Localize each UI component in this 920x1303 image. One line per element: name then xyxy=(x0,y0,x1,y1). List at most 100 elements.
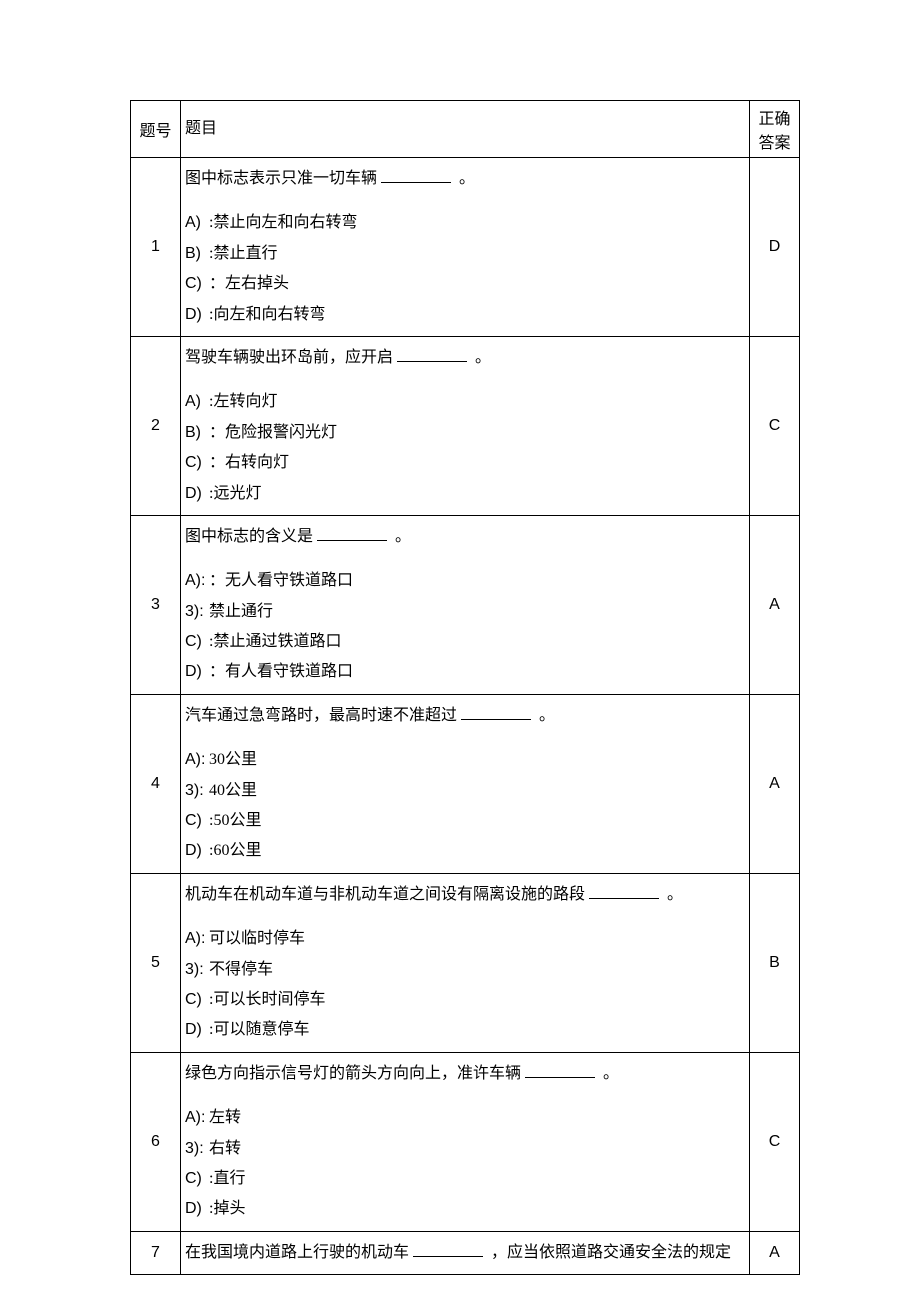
option-text: 可以临时停车 xyxy=(209,930,305,947)
stem-post: 。 xyxy=(475,349,491,366)
option: 3):禁止通行 xyxy=(185,597,745,627)
option-sep: ： xyxy=(209,657,225,687)
question-cell: 在我国境内道路上行驶的机动车 ，应当依照道路交通安全法的规定 xyxy=(181,1231,750,1274)
option: D) :60公里 xyxy=(185,836,745,866)
stem-post: 。 xyxy=(603,1065,619,1082)
option-label: C) xyxy=(185,269,209,299)
table-row: 3图中标志的含义是。 A):：无人看守铁道路口3):禁止通行C) :禁止通过铁道路… xyxy=(131,515,800,694)
option-label: D) xyxy=(185,836,209,866)
header-answer: 正确答案 xyxy=(750,101,800,158)
option-text: 向左和向右转弯 xyxy=(213,306,325,323)
stem-post: 。 xyxy=(459,170,475,187)
question-number: 5 xyxy=(131,873,181,1052)
option: C) :50公里 xyxy=(185,806,745,836)
question-stem: 汽车通过急弯路时，最高时速不准超过 。 xyxy=(185,701,745,731)
option: C) ：左右掉头 xyxy=(185,269,745,299)
blank-underline xyxy=(397,361,467,362)
question-stem: 图中标志的含义是。 xyxy=(185,522,745,552)
question-cell: 图中标志的含义是。 A):：无人看守铁道路口3):禁止通行C) :禁止通过铁道路口… xyxy=(181,515,750,694)
option-label: A): xyxy=(185,566,209,596)
question-cell: 机动车在机动车道与非机动车道之间设有隔离设施的路段。A):可以临时停车3):不得… xyxy=(181,873,750,1052)
question-stem: 在我国境内道路上行驶的机动车 ，应当依照道路交通安全法的规定 xyxy=(185,1238,745,1268)
option-text: 左转向灯 xyxy=(213,393,277,410)
stem-pre: 在我国境内道路上行驶的机动车 xyxy=(185,1244,409,1261)
option: A):：无人看守铁道路口 xyxy=(185,566,745,596)
question-stem: 驾驶车辆驶出环岛前，应开启 。 xyxy=(185,343,745,373)
option-sep: ： xyxy=(209,448,225,478)
option-label: C) xyxy=(185,1164,209,1194)
table-body: 1图中标志表示只准一切车辆。A) :禁止向左和向右转弯B) :禁止直行C) ：左… xyxy=(131,158,800,1275)
option-text: 直行 xyxy=(213,1170,245,1187)
answer-cell: C xyxy=(750,1052,800,1231)
option-text: 左转 xyxy=(209,1109,241,1126)
page: 题号 题目 正确答案 1图中标志表示只准一切车辆。A) :禁止向左和向右转弯B)… xyxy=(0,0,920,1303)
option-label: D) xyxy=(185,1194,209,1224)
table-row: 5机动车在机动车道与非机动车道之间设有隔离设施的路段。A):可以临时停车3):不… xyxy=(131,873,800,1052)
option-label: 3): xyxy=(185,1134,209,1164)
option-text: 远光灯 xyxy=(213,485,261,502)
option-label: B) xyxy=(185,418,209,448)
question-stem: 图中标志表示只准一切车辆 。 xyxy=(185,164,745,194)
option: C) ：右转向灯 xyxy=(185,448,745,478)
option: C) :直行 xyxy=(185,1164,745,1194)
question-number: 3 xyxy=(131,515,181,694)
question-cell: 驾驶车辆驶出环岛前，应开启。A) :左转向灯B) ：危险报警闪光灯C) ：右转向… xyxy=(181,336,750,515)
blank-underline xyxy=(413,1256,483,1257)
option-text: 60公里 xyxy=(213,842,261,859)
option: D) :可以随意停车 xyxy=(185,1015,745,1045)
option-sep: ： xyxy=(209,418,225,448)
option-text: 40公里 xyxy=(209,782,257,799)
option: B) ：危险报警闪光灯 xyxy=(185,418,745,448)
question-number: 7 xyxy=(131,1231,181,1274)
table-row: 2驾驶车辆驶出环岛前，应开启。A) :左转向灯B) ：危险报警闪光灯C) ：右转… xyxy=(131,336,800,515)
table-row: 7在我国境内道路上行驶的机动车，应当依照道路交通安全法的规定A xyxy=(131,1231,800,1274)
stem-pre: 图中标志的含义是 xyxy=(185,528,313,545)
stem-pre: 绿色方向指示信号灯的箭头方向向上，准许车辆 xyxy=(185,1065,521,1082)
option-label: A): xyxy=(185,1103,209,1133)
option: D) :远光灯 xyxy=(185,479,745,509)
table-header-row: 题号 题目 正确答案 xyxy=(131,101,800,158)
question-stem: 机动车在机动车道与非机动车道之间设有隔离设施的路段。 xyxy=(185,880,745,910)
option: A):可以临时停车 xyxy=(185,924,745,954)
option-label: C) xyxy=(185,448,209,478)
option-text: 可以长时间停车 xyxy=(213,991,325,1008)
question-stem: 绿色方向指示信号灯的箭头方向向上，准许车辆 。 xyxy=(185,1059,745,1089)
option-label: 3): xyxy=(185,776,209,806)
option: 3):不得停车 xyxy=(185,955,745,985)
option: C) :禁止通过铁道路口 xyxy=(185,627,745,657)
question-table: 题号 题目 正确答案 1图中标志表示只准一切车辆。A) :禁止向左和向右转弯B)… xyxy=(130,100,800,1275)
option-label: 3): xyxy=(185,597,209,627)
answer-cell: B xyxy=(750,873,800,1052)
option-text: 右转向灯 xyxy=(225,454,289,471)
stem-pre: 驾驶车辆驶出环岛前，应开启 xyxy=(185,349,393,366)
option-text: 右转 xyxy=(209,1140,241,1157)
option-label: C) xyxy=(185,627,209,657)
stem-pre: 图中标志表示只准一切车辆 xyxy=(185,170,377,187)
option-text: 禁止向左和向右转弯 xyxy=(213,214,357,231)
option-label: A): xyxy=(185,745,209,775)
option-label: B) xyxy=(185,239,209,269)
answer-cell: A xyxy=(750,515,800,694)
option-label: 3): xyxy=(185,955,209,985)
option-text: 50公里 xyxy=(213,812,261,829)
option-text: 左右掉头 xyxy=(225,275,289,292)
stem-pre: 汽车通过急弯路时，最高时速不准超过 xyxy=(185,707,457,724)
blank-underline xyxy=(589,898,659,899)
stem-post: ，应当依照道路交通安全法的规定 xyxy=(491,1244,731,1261)
option: D) :掉头 xyxy=(185,1194,745,1224)
table-row: 4汽车通过急弯路时，最高时速不准超过 。 A):30公里3):40公里 C) :50公… xyxy=(131,694,800,873)
option: A):30公里 xyxy=(185,745,745,775)
stem-post: 。 xyxy=(539,707,555,724)
option: 3):右转 xyxy=(185,1134,745,1164)
question-number: 4 xyxy=(131,694,181,873)
option: B) :禁止直行 xyxy=(185,239,745,269)
option-label: A): xyxy=(185,924,209,954)
question-number: 6 xyxy=(131,1052,181,1231)
header-num: 题号 xyxy=(131,101,181,158)
blank-underline xyxy=(525,1077,595,1078)
option-text: 禁止直行 xyxy=(213,245,277,262)
option-label: C) xyxy=(185,806,209,836)
option: D) ：有人看守铁道路口 xyxy=(185,657,745,687)
option-text: 可以随意停车 xyxy=(213,1021,309,1038)
header-question: 题目 xyxy=(181,101,750,158)
